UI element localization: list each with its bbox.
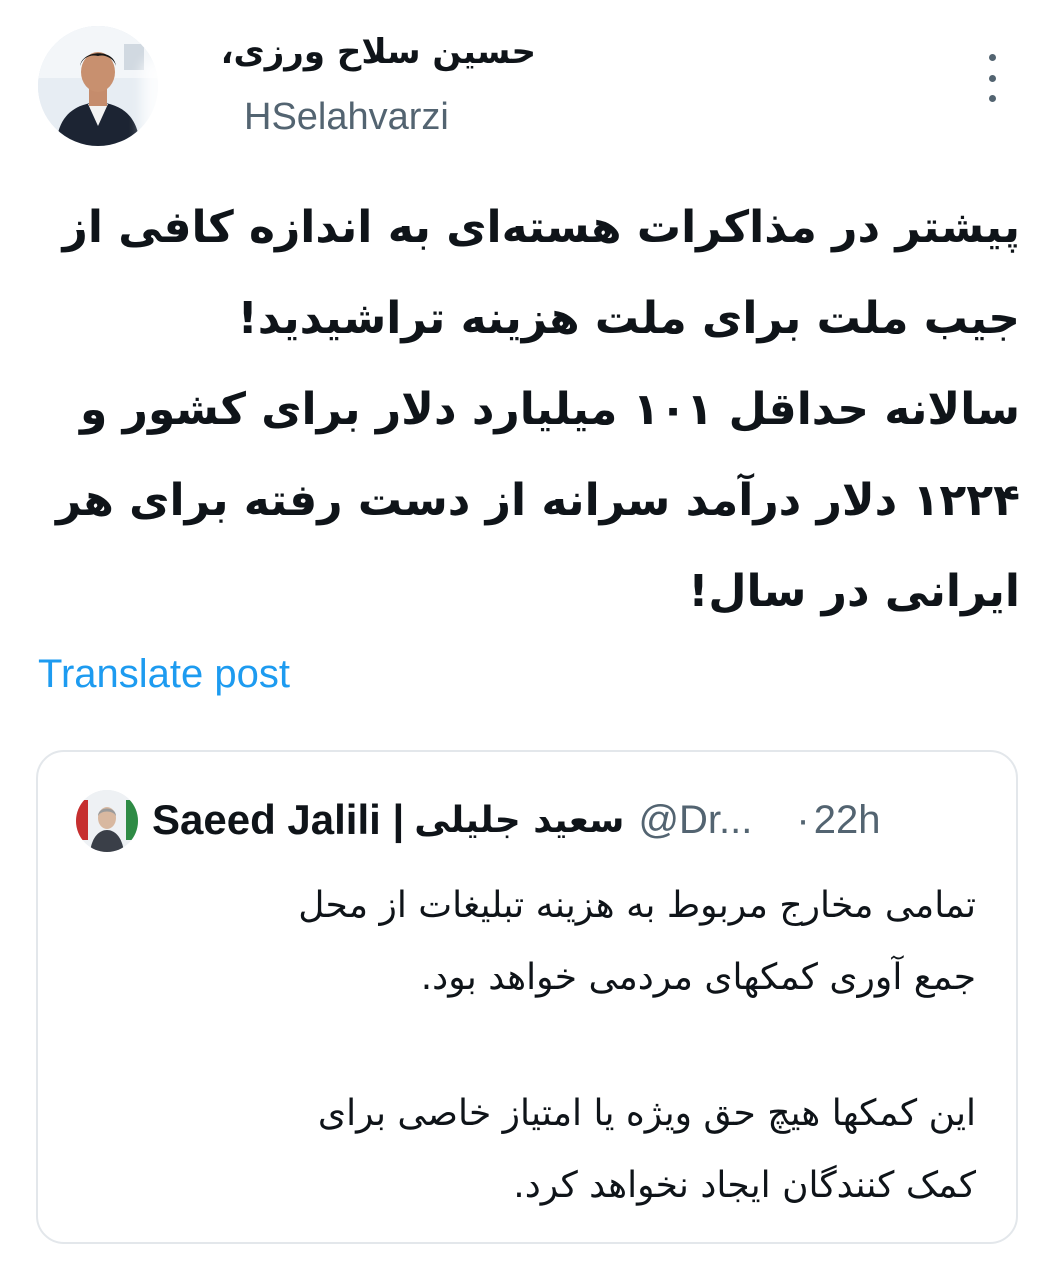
- more-dot: [988, 74, 996, 82]
- post-line: سالانه حداقل ۱۰۱ میلیارد دلار برای کشور …: [79, 384, 1020, 435]
- quoted-author-handle[interactable]: @Dr...: [638, 798, 752, 843]
- quoted-line: جمع آوری کمکهای مردمی خواهد بود.: [420, 957, 976, 998]
- post-line: ایرانی در سال!: [688, 566, 1020, 617]
- quoted-post-time[interactable]: 22h: [814, 798, 881, 843]
- author-avatar[interactable]: [38, 26, 158, 146]
- quoted-line: کمک کنندگان ایجاد نخواهد کرد.: [513, 1165, 976, 1206]
- post-line: پیشتر در مذاکرات هسته‌ای به اندازه کافی …: [62, 202, 1020, 253]
- quoted-line: این کمکها هیچ حق ویژه یا امتیاز خاصی برا…: [317, 1093, 976, 1134]
- author-display-name[interactable]: حسین سلاح ورزی،: [221, 32, 536, 72]
- more-dot: [988, 54, 996, 61]
- quoted-author-name-fa[interactable]: سعید جلیلی: [414, 800, 624, 841]
- post-line: جیب ملت برای ملت هزینه تراشیدید!: [237, 293, 1020, 344]
- quoted-line: تمامی مخارج مربوط به هزینه تبلیغات از مح…: [298, 885, 976, 926]
- more-dot: [988, 95, 996, 102]
- quoted-post-header: Saeed Jalili | سعید جلیلی @Dr... · 22h: [152, 792, 880, 848]
- quoted-author-name[interactable]: Saeed Jalili |: [152, 796, 404, 844]
- translate-post-link[interactable]: Translate post: [38, 652, 290, 697]
- post-line: ۱۲۲۴ دلار درآمد سرانه از دست رفته برای ه…: [55, 475, 1020, 526]
- blur-overlay: [142, 60, 254, 150]
- post-header: حسین سلاح ورزی، HSelahvarzi: [0, 0, 1056, 170]
- author-handle[interactable]: HSelahvarzi: [244, 96, 449, 139]
- post-body: پیشتر در مذاکرات هسته‌ای به اندازه کافی …: [36, 182, 1020, 637]
- quoted-author-avatar[interactable]: [76, 790, 138, 852]
- quoted-post-card[interactable]: Saeed Jalili | سعید جلیلی @Dr... · 22h ت…: [36, 750, 1018, 1244]
- more-vertical-icon[interactable]: [978, 54, 1006, 102]
- separator-dot: ·: [796, 797, 810, 842]
- quoted-post-body: تمامی مخارج مربوط به هزینه تبلیغات از مح…: [76, 870, 976, 1222]
